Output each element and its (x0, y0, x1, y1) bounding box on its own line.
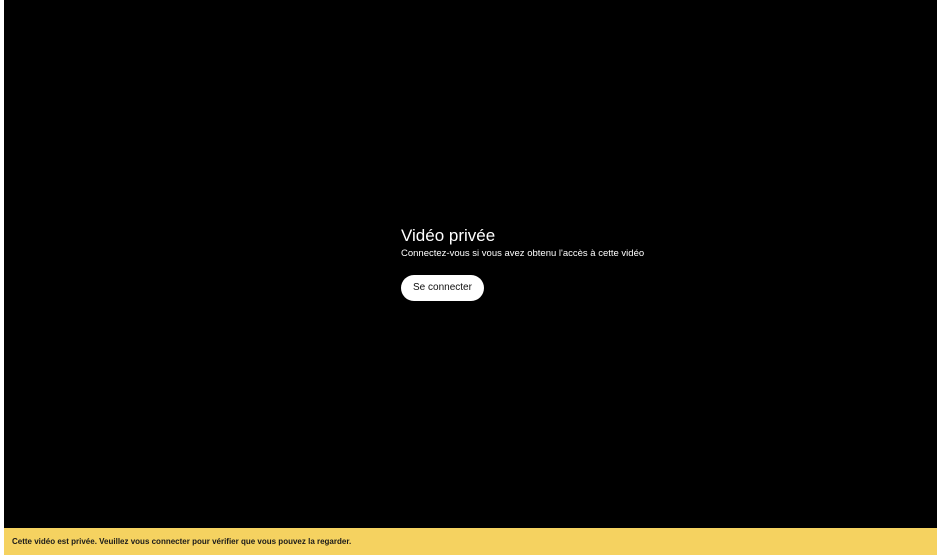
error-subtitle: Connectez-vous si vous avez obtenu l'acc… (401, 248, 645, 259)
error-title: Vidéo privée (401, 226, 496, 245)
page: Vidéo privée Connectez-vous si vous avez… (0, 0, 937, 555)
private-video-message: Vidéo privée Connectez-vous si vous avez… (401, 226, 801, 301)
signin-button[interactable]: Se connecter (401, 275, 484, 301)
video-player[interactable]: Vidéo privée Connectez-vous si vous avez… (4, 0, 937, 528)
private-video-notice-bar: Cette vidéo est privée. Veuillez vous co… (4, 528, 937, 555)
notice-text: Cette vidéo est privée. Veuillez vous co… (12, 537, 352, 546)
